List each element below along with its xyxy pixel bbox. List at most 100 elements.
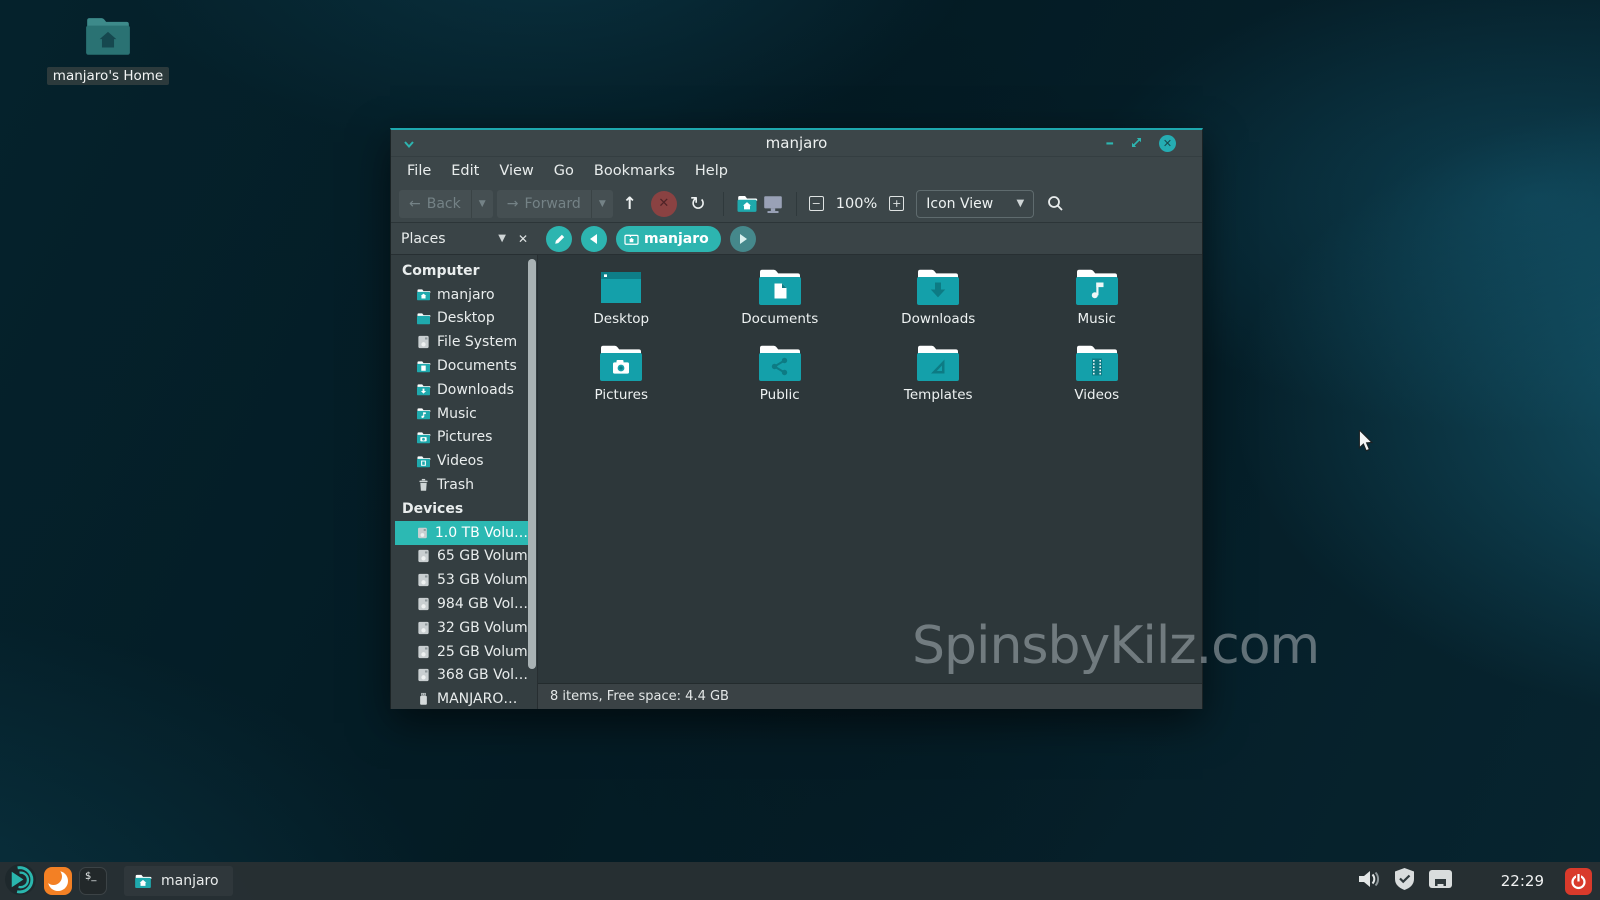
- close-button[interactable]: ✕: [1159, 135, 1176, 152]
- sidebar-item-manjaro[interactable]: manjaro: [391, 283, 537, 307]
- menu-file[interactable]: File: [397, 159, 441, 183]
- home-button[interactable]: [736, 190, 758, 218]
- breadcrumb-manjaro[interactable]: manjaro: [616, 226, 721, 252]
- sidebar-item-videos[interactable]: Videos: [391, 449, 537, 473]
- home-folder-icon: [134, 873, 152, 889]
- toolbar-separator: [723, 192, 724, 216]
- toolbar-separator: [796, 192, 797, 216]
- scroll-path-right-button[interactable]: [730, 226, 756, 252]
- chevron-down-icon[interactable]: ▼: [498, 233, 506, 244]
- scrollbar-thumb[interactable]: [528, 259, 536, 669]
- places-panel-selector[interactable]: Places ▼ ✕: [391, 231, 538, 247]
- maximize-button[interactable]: [1130, 134, 1143, 153]
- app-launcher-button[interactable]: [4, 863, 37, 900]
- sidebar-item-volume-368gb[interactable]: 368 GB Vol…: [391, 664, 537, 688]
- file-downloads[interactable]: Downloads: [859, 265, 1018, 341]
- minimize-button[interactable]: –: [1106, 138, 1115, 148]
- search-button[interactable]: [1046, 190, 1065, 218]
- back-button[interactable]: ← Back: [399, 196, 471, 212]
- file-templates[interactable]: Templates: [859, 341, 1018, 417]
- file-pictures[interactable]: Pictures: [542, 341, 701, 417]
- menu-bookmarks[interactable]: Bookmarks: [584, 159, 685, 183]
- music-folder-icon: [416, 407, 431, 420]
- sidebar-item-music[interactable]: Music: [391, 402, 537, 426]
- close-panel-icon[interactable]: ✕: [518, 232, 528, 246]
- sidebar-item-volume-1tb[interactable]: 1.0 TB Volu…: [395, 521, 528, 545]
- menu-help[interactable]: Help: [685, 159, 738, 183]
- power-button[interactable]: [1565, 868, 1592, 895]
- menu-view[interactable]: View: [489, 159, 543, 183]
- window-menu-chevron-icon[interactable]: [403, 134, 415, 153]
- menubar: File Edit View Go Bookmarks Help: [391, 157, 1202, 185]
- videos-folder-icon: [416, 455, 431, 468]
- edit-path-button[interactable]: [546, 226, 572, 252]
- volume-icon: [416, 668, 431, 682]
- clock[interactable]: 22:29: [1501, 872, 1544, 890]
- up-button[interactable]: ↑: [617, 190, 643, 218]
- videos-folder-icon: [1073, 341, 1121, 385]
- stop-button[interactable]: ✕: [651, 191, 677, 217]
- volume-icon[interactable]: [1356, 868, 1382, 894]
- downloads-folder-icon: [914, 265, 962, 309]
- taskbar-window-button[interactable]: manjaro: [124, 866, 233, 896]
- view-mode-dropdown[interactable]: Icon View ▼: [916, 190, 1034, 218]
- documents-folder-icon: [416, 360, 431, 373]
- sidebar-item-manjaro-usb[interactable]: MANJARO…: [391, 687, 537, 709]
- network-icon[interactable]: [1427, 868, 1454, 894]
- volume-icon: [416, 526, 429, 540]
- refresh-button[interactable]: ↻: [685, 190, 711, 218]
- file-documents[interactable]: Documents: [701, 265, 860, 341]
- zoom-in-button[interactable]: +: [889, 196, 904, 211]
- terminal-icon[interactable]: $_: [79, 867, 107, 895]
- chevron-left-icon: [590, 234, 597, 244]
- firefox-icon[interactable]: [44, 867, 72, 895]
- sidebar-item-volume-32gb[interactable]: 32 GB Volume: [391, 616, 537, 640]
- volume-icon: [416, 549, 431, 563]
- usb-icon: [416, 692, 431, 706]
- menu-edit[interactable]: Edit: [441, 159, 489, 183]
- sidebar-item-volume-25gb[interactable]: 25 GB Volume: [391, 640, 537, 664]
- back-history-dropdown[interactable]: ▼: [471, 190, 493, 218]
- sidebar-item-volume-65gb[interactable]: 65 GB Volume: [391, 545, 537, 569]
- desktop-home-shortcut[interactable]: manjaro's Home: [48, 14, 168, 85]
- sidebar-item-file-system[interactable]: File System: [391, 330, 537, 354]
- menu-go[interactable]: Go: [544, 159, 584, 183]
- taskbar: $_ manjaro: [0, 862, 1600, 900]
- forward-button[interactable]: → Forward: [497, 196, 591, 212]
- window-title: manjaro: [391, 134, 1202, 152]
- sidebar-header-computer: Computer: [391, 259, 537, 283]
- documents-folder-icon: [756, 265, 804, 309]
- scroll-path-left-button[interactable]: [581, 226, 607, 252]
- sidebar-item-documents[interactable]: Documents: [391, 354, 537, 378]
- volume-icon: [416, 645, 431, 659]
- sidebar-item-desktop[interactable]: Desktop: [391, 307, 537, 331]
- chevron-down-icon: ▼: [1017, 198, 1025, 209]
- shield-check-icon[interactable]: [1393, 867, 1416, 895]
- zoom-out-button[interactable]: −: [809, 196, 824, 211]
- downloads-folder-icon: [416, 383, 431, 396]
- file-music[interactable]: Music: [1018, 265, 1177, 341]
- sidebar-scrollbar[interactable]: [528, 259, 536, 705]
- templates-folder-icon: [914, 341, 962, 385]
- sidebar-item-volume-984gb[interactable]: 984 GB Vol…: [391, 592, 537, 616]
- zoom-level: 100%: [836, 196, 877, 212]
- desktop-button[interactable]: [762, 190, 784, 218]
- chevron-right-icon: [740, 234, 747, 244]
- sidebar-item-pictures[interactable]: Pictures: [391, 426, 537, 450]
- back-arrow-icon: ←: [409, 196, 421, 212]
- status-text: 8 items, Free space: 4.4 GB: [550, 689, 729, 704]
- file-public[interactable]: Public: [701, 341, 860, 417]
- sidebar-header-devices: Devices: [391, 497, 537, 521]
- music-folder-icon: [1073, 265, 1121, 309]
- forward-history-dropdown[interactable]: ▼: [591, 190, 613, 218]
- pictures-folder-icon: [416, 431, 431, 444]
- titlebar[interactable]: manjaro – ✕: [391, 130, 1202, 157]
- statusbar: 8 items, Free space: 4.4 GB: [538, 683, 1202, 709]
- sidebar-item-volume-53gb[interactable]: 53 GB Volume: [391, 568, 537, 592]
- file-desktop[interactable]: Desktop: [542, 265, 701, 341]
- trash-icon: [416, 478, 431, 492]
- sidebar-item-downloads[interactable]: Downloads: [391, 378, 537, 402]
- volume-icon: [416, 621, 431, 635]
- sidebar-item-trash[interactable]: Trash: [391, 473, 537, 497]
- file-videos[interactable]: Videos: [1018, 341, 1177, 417]
